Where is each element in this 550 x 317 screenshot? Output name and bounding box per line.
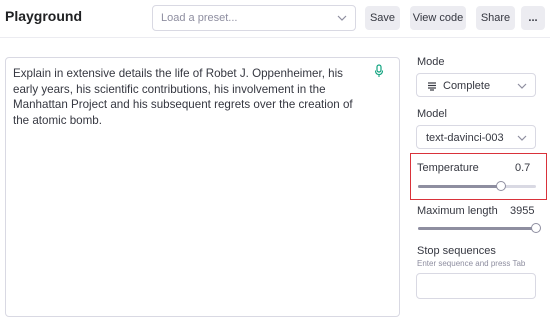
chevron-down-icon	[517, 135, 527, 141]
mode-value: Complete	[443, 80, 491, 92]
temperature-value: 0.7	[515, 162, 531, 174]
stop-sequences-hint: Enter sequence and press Tab	[417, 259, 526, 268]
temperature-slider[interactable]	[418, 181, 536, 191]
complete-mode-icon	[428, 82, 436, 91]
microphone-icon[interactable]	[374, 64, 384, 78]
mode-select[interactable]: Complete	[416, 73, 536, 97]
stop-sequences-input[interactable]	[416, 273, 536, 299]
max-length-label: Maximum length	[417, 205, 498, 217]
save-button[interactable]: Save	[365, 6, 400, 30]
temperature-highlight-box	[410, 153, 547, 200]
mode-label: Mode	[417, 56, 445, 68]
prompt-text[interactable]: Explain in extensive details the life of…	[13, 66, 371, 128]
model-select[interactable]: text-davinci-003	[416, 125, 536, 149]
stop-sequences-label: Stop sequences	[417, 245, 496, 257]
model-value: text-davinci-003	[426, 132, 504, 144]
preset-placeholder: Load a preset...	[161, 12, 238, 24]
temperature-label: Temperature	[417, 162, 479, 174]
chevron-down-icon	[337, 15, 347, 21]
model-label: Model	[417, 108, 447, 120]
max-length-slider-fill	[418, 227, 536, 230]
temperature-slider-fill	[418, 185, 501, 188]
chevron-down-icon	[517, 83, 527, 89]
page-title: Playground	[5, 8, 83, 24]
view-code-button[interactable]: View code	[410, 6, 466, 30]
max-length-slider-handle[interactable]	[531, 223, 541, 233]
max-length-value: 3955	[510, 205, 535, 217]
preset-select[interactable]: Load a preset...	[152, 5, 356, 31]
top-bar: Playground Load a preset... Save View co…	[0, 0, 550, 38]
more-options-button[interactable]: ...	[521, 6, 545, 30]
share-button[interactable]: Share	[476, 6, 515, 30]
temperature-slider-handle[interactable]	[495, 181, 506, 191]
max-length-slider[interactable]	[418, 223, 541, 233]
